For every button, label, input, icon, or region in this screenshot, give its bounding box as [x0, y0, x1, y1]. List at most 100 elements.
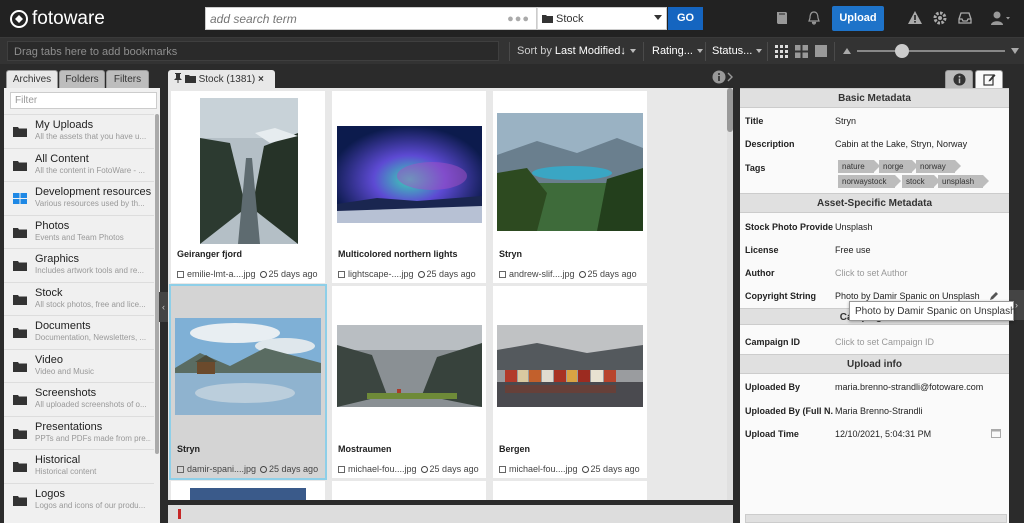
bell-icon[interactable]	[806, 10, 822, 26]
toolbar: Drag tabs here to add bookmarks Sort by …	[0, 37, 1024, 64]
asset-thumbnail[interactable]	[200, 98, 298, 244]
calendar-icon[interactable]	[991, 428, 1001, 438]
search-options-icon[interactable]: ●●●	[507, 13, 530, 25]
status-dropdown[interactable]: Status...	[712, 45, 763, 57]
folder-icon	[13, 227, 27, 238]
scrollbar-thumb[interactable]	[727, 88, 733, 132]
tab-stock[interactable]: Stock (1381) ×	[168, 70, 275, 88]
asset-thumbnail[interactable]	[497, 325, 643, 407]
tab-filters[interactable]: Filters	[106, 70, 149, 88]
folder-icon	[13, 361, 27, 372]
filter-input[interactable]: Filter	[10, 92, 157, 109]
chevron-down-icon[interactable]	[1011, 48, 1019, 54]
search-box[interactable]: ●●●	[205, 7, 537, 30]
center-scrollbar[interactable]	[727, 88, 733, 500]
medium-grid-view-icon[interactable]	[795, 45, 808, 58]
archive-item[interactable]: Development resources Various resources u…	[4, 181, 154, 214]
gear-icon[interactable]	[932, 10, 948, 26]
archive-select[interactable]: Stock	[537, 7, 667, 30]
archive-item[interactable]: Historical Historical content	[4, 449, 154, 482]
chevron-up-icon[interactable]	[843, 48, 851, 54]
bookmarks-bar[interactable]: Drag tabs here to add bookmarks	[7, 41, 499, 61]
tab-archives[interactable]: Archives	[6, 70, 58, 88]
rating-dropdown[interactable]: Rating...	[652, 45, 703, 57]
archive-item[interactable]: Documents Documentation, Newsletters, ...	[4, 315, 154, 348]
archive-item-title: Photos	[35, 219, 70, 232]
image-file-icon	[338, 271, 345, 279]
pin-icon[interactable]	[174, 73, 182, 83]
asset-title: Bergen	[499, 444, 531, 454]
user-icon[interactable]	[990, 10, 1010, 26]
image-file-icon	[499, 271, 506, 279]
archive-item-title: Stock	[35, 286, 63, 299]
archive-item[interactable]: Graphics Includes artwork tools and re...	[4, 248, 154, 281]
tab-info[interactable]	[945, 70, 973, 88]
panel-footer-button[interactable]	[745, 514, 1007, 523]
field-value: Maria Brenno-Strandli	[835, 406, 923, 416]
archive-item[interactable]: Screenshots All uploaded screenshots of o…	[4, 382, 154, 415]
asset-thumbnail[interactable]	[497, 113, 643, 231]
asset-card[interactable]	[493, 481, 647, 500]
asset-card[interactable]	[171, 481, 325, 500]
tag-chip[interactable]: norwaystock	[838, 175, 902, 188]
archive-item[interactable]: Stock All stock photos, free and lice...	[4, 281, 154, 315]
tag-chip[interactable]: norge	[879, 160, 920, 173]
folder-icon	[13, 127, 27, 137]
pencil-icon[interactable]	[990, 291, 999, 300]
tab-stock-label: Stock	[198, 74, 224, 85]
asset-card[interactable]: Stryn andrew-slif....jpg 25 days ago	[493, 91, 647, 283]
asset-thumbnail[interactable]	[337, 126, 482, 223]
sort-dropdown[interactable]: Sort by Last Modified↓	[517, 45, 636, 57]
asset-card[interactable]: Bergen michael-fou....jpg 25 days ago	[493, 286, 647, 478]
asset-card-selected[interactable]: Stryn damir-spani....jpg 25 days ago	[169, 284, 327, 480]
archive-item[interactable]: My Uploads All the assets that you have u…	[4, 114, 154, 147]
close-tab-icon[interactable]: ×	[258, 74, 264, 85]
tab-edit-metadata[interactable]	[975, 70, 1003, 88]
left-scrollbar[interactable]	[155, 114, 159, 454]
asset-filename: michael-fou....jpg	[348, 464, 417, 474]
tag-chip[interactable]: stock	[902, 175, 940, 188]
archive-item[interactable]: Photos Events and Team Photos	[4, 214, 154, 248]
asset-thumbnail[interactable]	[337, 325, 482, 407]
info-icon[interactable]	[712, 70, 726, 84]
folder-icon	[13, 495, 27, 506]
zoom-slider-track[interactable]	[857, 50, 1005, 52]
archive-item-subtitle: All the assets that you have u...	[35, 132, 147, 141]
info-icon	[953, 73, 966, 86]
zoom-slider-handle[interactable]	[895, 44, 909, 58]
inbox-icon[interactable]	[957, 10, 973, 26]
tag-chip[interactable]: norway	[916, 160, 961, 173]
archive-item[interactable]: Video Video and Music	[4, 348, 154, 382]
book-icon[interactable]	[774, 10, 790, 26]
tag-chip[interactable]: nature	[838, 160, 880, 173]
go-button[interactable]: GO	[668, 7, 703, 30]
asset-card[interactable]: Mostraumen michael-fou....jpg 25 days ago	[332, 286, 486, 478]
archive-item-title: Development resources	[35, 186, 152, 198]
clock-icon	[260, 466, 268, 474]
asset-title: Multicolored northern lights	[338, 249, 458, 259]
section-header-upload-info: Upload info	[740, 354, 1009, 374]
archive-item[interactable]: All Content All the content in FotoWare -…	[4, 147, 154, 181]
archive-item[interactable]: Logos Logos and icons of our produ...	[4, 482, 154, 516]
asset-title: Stryn	[177, 444, 201, 454]
tag-chip[interactable]: unsplash	[938, 175, 990, 188]
warning-icon[interactable]	[907, 10, 923, 26]
archive-item-title: Video	[35, 353, 63, 366]
asset-thumbnail[interactable]	[175, 318, 321, 415]
grid-view-icon[interactable]	[775, 45, 788, 58]
collapse-left-panel-button[interactable]: ‹	[159, 292, 168, 322]
chevron-right-icon[interactable]	[727, 72, 733, 82]
upload-button[interactable]: Upload	[832, 6, 884, 31]
fotoware-logo[interactable]: fotoware	[10, 8, 105, 30]
image-file-icon	[338, 466, 345, 474]
search-input[interactable]	[206, 8, 496, 29]
asset-card[interactable]: Multicolored northern lights lightscape-…	[332, 91, 486, 283]
large-view-icon[interactable]	[815, 45, 827, 57]
drop-zone[interactable]	[168, 505, 733, 523]
asset-thumbnail[interactable]	[190, 488, 306, 500]
asset-filename: emilie-lmt-a....jpg	[187, 269, 256, 279]
asset-card[interactable]	[332, 481, 486, 500]
archive-item[interactable]: Presentations PPTs and PDFs made from pre…	[4, 415, 154, 449]
tab-folders[interactable]: Folders	[59, 70, 105, 88]
asset-card[interactable]: Geiranger fjord emilie-lmt-a....jpg 25 da…	[171, 91, 325, 283]
